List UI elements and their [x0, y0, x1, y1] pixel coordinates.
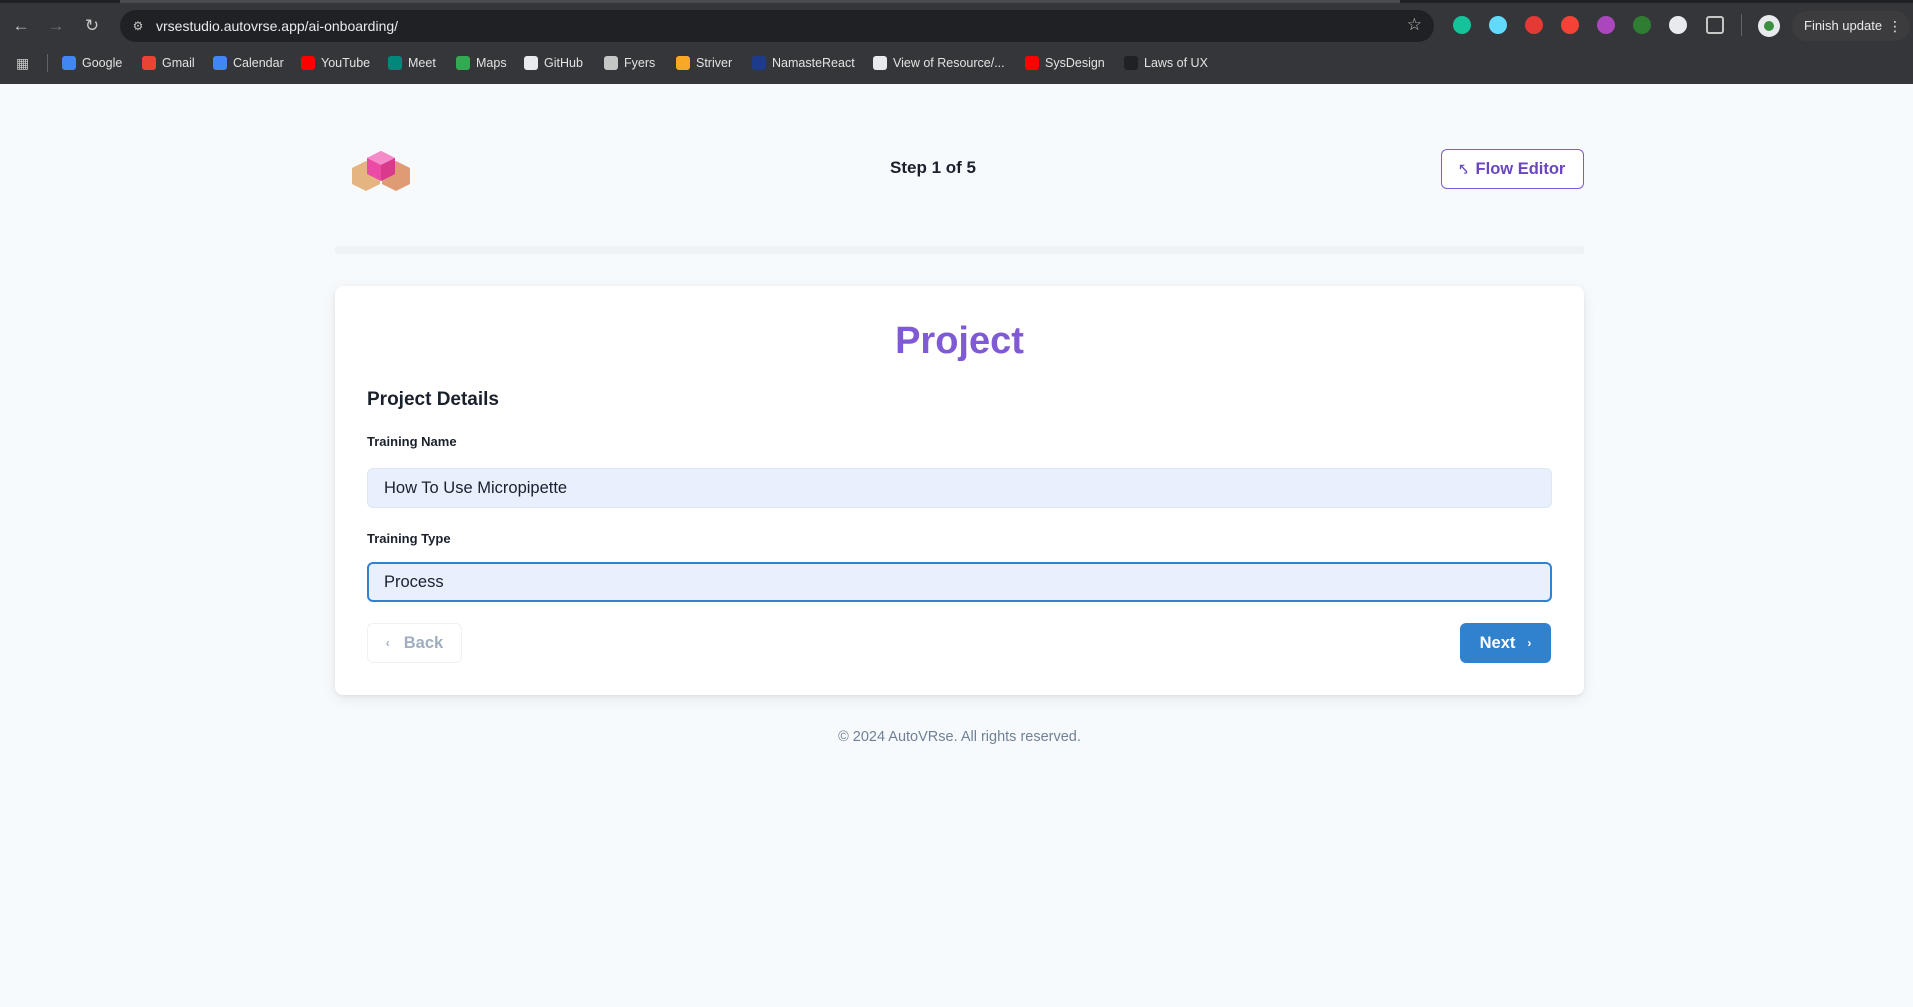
chevron-left-icon: ‹	[385, 636, 390, 650]
react-devtools-icon[interactable]	[1489, 16, 1507, 34]
apps-grid-icon[interactable]: ▦	[16, 55, 32, 71]
bookmark-item[interactable]: Gmail	[142, 54, 195, 72]
training-name-input[interactable]	[367, 468, 1552, 508]
finish-update-label: Finish update	[1804, 18, 1883, 33]
bookmark-item[interactable]: Google	[62, 54, 122, 72]
toolbar-divider	[1741, 14, 1742, 36]
bookmark-item[interactable]: Maps	[456, 54, 507, 72]
step-indicator: Step 1 of 5	[890, 158, 976, 177]
color-picker-icon[interactable]	[1597, 16, 1615, 34]
bookmark-label: Calendar	[233, 56, 284, 70]
chevron-right-icon: ›	[1527, 636, 1532, 650]
bookmark-label: Gmail	[162, 56, 195, 70]
training-name-label: Training Name	[367, 434, 457, 449]
training-type-label: Training Type	[367, 531, 451, 546]
bookmark-label: Striver	[696, 56, 733, 70]
browser-chrome: ← → ↻ ⚙ vrsestudio.autovrse.app/ai-onboa…	[0, 0, 1913, 84]
bookmark-label: View of Resource/...	[893, 56, 1005, 70]
bookmark-label: NamasteReact	[772, 56, 855, 70]
back-button[interactable]: ‹ Back	[367, 623, 462, 663]
bookmark-item[interactable]: SysDesign	[1025, 54, 1105, 72]
reload-icon[interactable]: ↻	[80, 14, 104, 38]
bookmark-favicon-icon	[873, 56, 887, 70]
finish-update-button[interactable]: Finish update ⋮	[1792, 11, 1910, 41]
grammarly-icon[interactable]	[1453, 16, 1471, 34]
card-title: Project	[895, 320, 1024, 362]
back-arrow-icon[interactable]: ←	[9, 14, 33, 38]
bookmark-item[interactable]: View of Resource/...	[873, 54, 1005, 72]
bookmark-label: GitHub	[544, 56, 583, 70]
bookmark-favicon-icon	[524, 56, 538, 70]
bookmark-label: Laws of UX	[1144, 56, 1208, 70]
bookmark-favicon-icon	[676, 56, 690, 70]
bookmark-favicon-icon	[752, 56, 766, 70]
footer-copyright: © 2024 AutoVRse. All rights reserved.	[838, 729, 1081, 745]
flow-editor-label: Flow Editor	[1475, 159, 1566, 178]
flow-editor-button[interactable]: ⤣ Flow Editor	[1441, 149, 1584, 189]
menu-dots-icon: ⋮	[1888, 18, 1902, 34]
bookmark-favicon-icon	[1025, 56, 1039, 70]
bookmark-favicon-icon	[142, 56, 156, 70]
profile-avatar[interactable]	[1758, 15, 1780, 37]
bookmark-item[interactable]: GitHub	[524, 54, 583, 72]
bookmark-label: Fyers	[624, 56, 656, 70]
tab-strip	[0, 0, 1913, 3]
address-bar[interactable]: ⚙ vrsestudio.autovrse.app/ai-onboarding/…	[120, 10, 1434, 42]
bookmark-label: Meet	[408, 56, 436, 70]
bookmark-favicon-icon	[604, 56, 618, 70]
bookmark-label: YouTube	[321, 56, 371, 70]
bookmark-favicon-icon	[1124, 56, 1138, 70]
next-label: Next	[1479, 633, 1516, 652]
section-title: Project Details	[367, 389, 499, 410]
adblock-icon[interactable]	[1525, 16, 1543, 34]
bookmarks-bar: ▦ Google Gmail Calendar YouTube Meet Maps GitH…	[0, 50, 1913, 76]
back-label: Back	[403, 633, 444, 652]
green-target-icon[interactable]	[1633, 16, 1651, 34]
training-type-input[interactable]	[367, 562, 1552, 602]
bookmark-item[interactable]: NamasteReact	[752, 54, 855, 72]
url-text[interactable]: vrsestudio.autovrse.app/ai-onboarding/	[156, 18, 398, 34]
bookmark-item[interactable]: Meet	[388, 54, 436, 72]
site-settings-icon[interactable]: ⚙	[129, 17, 147, 35]
bookmark-item[interactable]: YouTube	[301, 54, 370, 72]
bookmark-item[interactable]: Fyers	[604, 54, 655, 72]
extensions-puzzle-icon[interactable]	[1706, 16, 1724, 34]
progress-bar	[335, 246, 1584, 254]
bookmark-favicon-icon	[62, 56, 76, 70]
bookmark-item[interactable]: Striver	[676, 54, 732, 72]
bookmark-favicon-icon	[213, 56, 227, 70]
bookmark-favicon-icon	[456, 56, 470, 70]
bookmark-favicon-icon	[301, 56, 315, 70]
bookmark-favicon-icon	[388, 56, 402, 70]
forward-arrow-icon[interactable]: →	[44, 14, 68, 38]
bookmarks-divider	[47, 54, 48, 72]
bookmark-label: SysDesign	[1045, 56, 1105, 70]
project-card: Project Project Details Training Name Tr…	[335, 286, 1584, 695]
bookmark-label: Maps	[476, 56, 507, 70]
bookmark-item[interactable]: Calendar	[213, 54, 284, 72]
red-extension-icon[interactable]	[1561, 16, 1579, 34]
flow-line-icon: ⤣	[1459, 160, 1468, 177]
bookmark-item[interactable]: Laws of UX	[1124, 54, 1208, 72]
autovrse-logo	[352, 151, 410, 191]
compass-icon[interactable]	[1669, 16, 1687, 34]
bookmark-label: Google	[82, 56, 123, 70]
next-button[interactable]: Next ›	[1460, 623, 1551, 663]
bookmark-star-icon[interactable]: ☆	[1407, 15, 1422, 35]
